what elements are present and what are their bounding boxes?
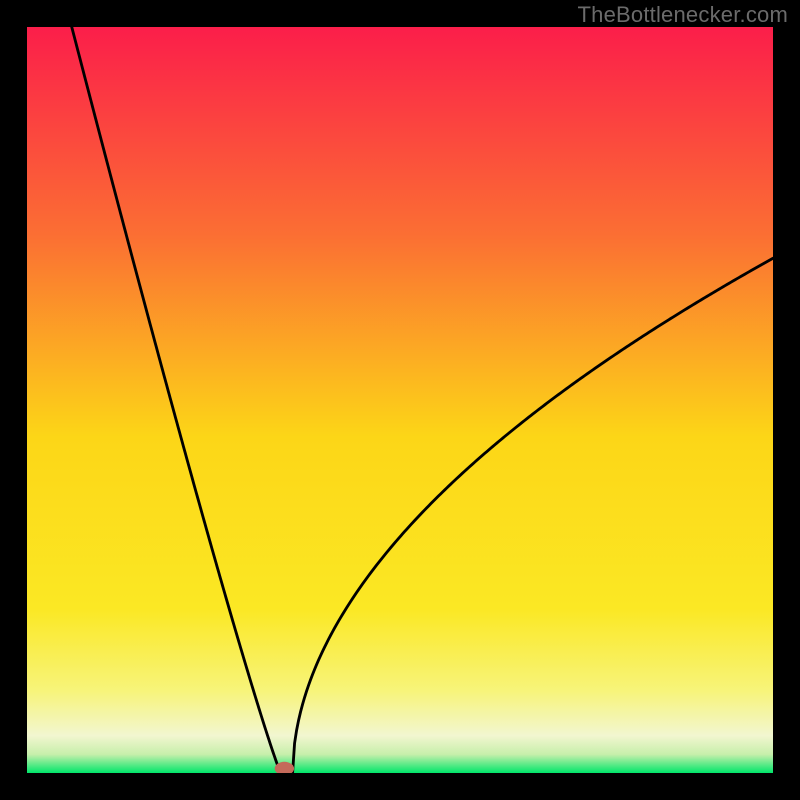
- gradient-background: [27, 27, 773, 773]
- bottleneck-chart: [27, 27, 773, 773]
- chart-frame: TheBottlenecker.com: [0, 0, 800, 800]
- watermark-text: TheBottlenecker.com: [578, 2, 788, 28]
